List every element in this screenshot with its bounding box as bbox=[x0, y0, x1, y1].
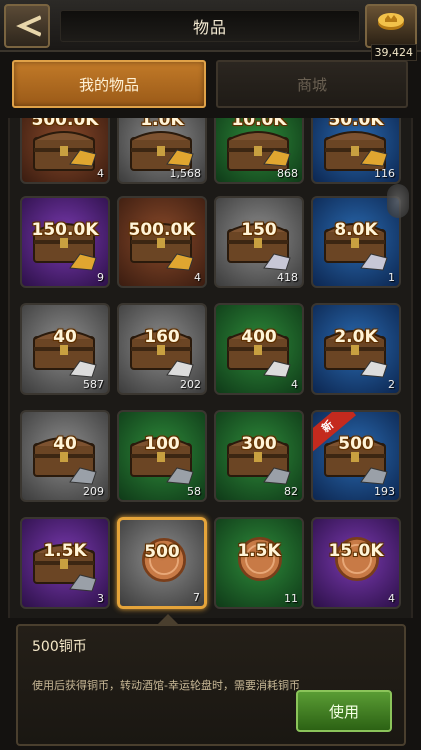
item-quantity: 11 bbox=[284, 592, 298, 605]
iron-resource-icon bbox=[360, 467, 388, 485]
item-quantity: 9 bbox=[97, 271, 104, 284]
item-value: 1.5K bbox=[43, 541, 87, 561]
item-quantity: 82 bbox=[284, 485, 298, 498]
item-name: 500铜币 bbox=[32, 639, 87, 655]
item-value: 150.0K bbox=[31, 220, 99, 240]
iron-resource-icon bbox=[166, 467, 194, 485]
item-grid-scroll[interactable]: 500.0K 4 1.0K 1,568 10.0K 868 50.0K 116 150.0K 9 5… bbox=[8, 118, 413, 618]
item-quantity: 116 bbox=[374, 167, 395, 180]
item-quantity: 4 bbox=[291, 378, 298, 391]
inventory-item[interactable]: 1.5K 11 bbox=[214, 517, 304, 609]
item-quantity: 2 bbox=[388, 378, 395, 391]
item-description: 使用后获得铜币，转动酒馆-幸运轮盘时，需要消耗铜币 bbox=[32, 679, 300, 692]
item-value: 10.0K bbox=[231, 118, 287, 130]
item-quantity: 7 bbox=[193, 591, 200, 604]
tab-my-items[interactable]: 我的物品 bbox=[12, 60, 206, 108]
back-button[interactable] bbox=[4, 4, 50, 48]
wood-resource-icon bbox=[166, 253, 194, 271]
tab-shop[interactable]: 商城 bbox=[216, 60, 408, 108]
item-value: 500.0K bbox=[128, 220, 196, 240]
item-value: 150 bbox=[241, 220, 277, 240]
iron-resource-icon bbox=[69, 467, 97, 485]
item-value: 40 bbox=[53, 434, 77, 454]
inventory-item[interactable]: 160 202 bbox=[117, 303, 207, 395]
wood-resource-icon bbox=[166, 149, 194, 167]
use-button[interactable]: 使用 bbox=[296, 690, 392, 732]
scroll-handle[interactable] bbox=[387, 184, 409, 218]
item-value: 1.5K bbox=[237, 541, 281, 561]
item-quantity: 193 bbox=[374, 485, 395, 498]
ore-resource-icon bbox=[360, 253, 388, 271]
wood-resource-icon bbox=[360, 149, 388, 167]
item-value: 400 bbox=[241, 327, 277, 347]
top-bar: 物品 39,424 bbox=[0, 0, 421, 61]
currency-button[interactable] bbox=[365, 4, 417, 48]
item-quantity: 418 bbox=[277, 271, 298, 284]
tab-bar: 我的物品 商城 bbox=[0, 56, 421, 112]
item-value: 15.0K bbox=[328, 541, 384, 561]
item-quantity: 1 bbox=[388, 271, 395, 284]
item-value: 500 bbox=[144, 542, 180, 562]
item-value: 2.0K bbox=[334, 327, 378, 347]
item-quantity: 3 bbox=[97, 592, 104, 605]
inventory-item[interactable]: 100 58 bbox=[117, 410, 207, 502]
item-value: 160 bbox=[144, 327, 180, 347]
inventory-item[interactable]: 1.0K 1,568 bbox=[117, 118, 207, 184]
inventory-item[interactable]: 1.5K 3 bbox=[20, 517, 110, 609]
item-value: 1.0K bbox=[140, 118, 184, 130]
inventory-item[interactable]: 500 193 新 bbox=[311, 410, 401, 502]
inventory-item[interactable]: 400 4 bbox=[214, 303, 304, 395]
detail-pointer bbox=[158, 614, 178, 624]
iron-resource-icon bbox=[69, 574, 97, 592]
inventory-item[interactable]: 10.0K 868 bbox=[214, 118, 304, 184]
inventory-item[interactable]: 50.0K 116 bbox=[311, 118, 401, 184]
item-quantity: 202 bbox=[180, 378, 201, 391]
title-bar: 物品 bbox=[60, 10, 360, 42]
item-quantity: 4 bbox=[194, 271, 201, 284]
inventory-item[interactable]: 15.0K 4 bbox=[311, 517, 401, 609]
wood-resource-icon bbox=[69, 149, 97, 167]
item-value: 40 bbox=[53, 327, 77, 347]
inventory-item[interactable]: 40 209 bbox=[20, 410, 110, 502]
inventory-item[interactable]: 500.0K 4 bbox=[117, 196, 207, 288]
item-quantity: 587 bbox=[83, 378, 104, 391]
inventory-item[interactable]: 500.0K 4 bbox=[20, 118, 110, 184]
item-quantity: 868 bbox=[277, 167, 298, 180]
item-value: 100 bbox=[144, 434, 180, 454]
item-quantity: 58 bbox=[187, 485, 201, 498]
wood-resource-icon bbox=[263, 149, 291, 167]
ore-resource-icon bbox=[263, 253, 291, 271]
silver-resource-icon bbox=[263, 360, 291, 378]
page-title: 物品 bbox=[192, 18, 227, 37]
item-value: 50.0K bbox=[328, 118, 384, 130]
inventory-item[interactable]: 40 587 bbox=[20, 303, 110, 395]
back-arrow-icon bbox=[16, 15, 41, 37]
gold-coin-icon bbox=[378, 13, 404, 30]
item-detail-panel: 500铜币 使用后获得铜币，转动酒馆-幸运轮盘时，需要消耗铜币 使用 bbox=[16, 624, 406, 746]
iron-resource-icon bbox=[263, 467, 291, 485]
inventory-item[interactable]: 150.0K 9 bbox=[20, 196, 110, 288]
inventory-item[interactable]: 300 82 bbox=[214, 410, 304, 502]
item-quantity: 1,568 bbox=[169, 167, 202, 180]
inventory-item[interactable]: 500 7 bbox=[117, 517, 207, 609]
wood-resource-icon bbox=[69, 253, 97, 271]
inventory-item[interactable]: 2.0K 2 bbox=[311, 303, 401, 395]
silver-resource-icon bbox=[166, 360, 194, 378]
item-quantity: 209 bbox=[83, 485, 104, 498]
inventory-item[interactable]: 150 418 bbox=[214, 196, 304, 288]
silver-resource-icon bbox=[360, 360, 388, 378]
item-value: 300 bbox=[241, 434, 277, 454]
silver-resource-icon bbox=[69, 360, 97, 378]
item-quantity: 4 bbox=[388, 592, 395, 605]
item-value: 500.0K bbox=[31, 118, 99, 130]
item-quantity: 4 bbox=[97, 167, 104, 180]
item-value: 8.0K bbox=[334, 220, 378, 240]
